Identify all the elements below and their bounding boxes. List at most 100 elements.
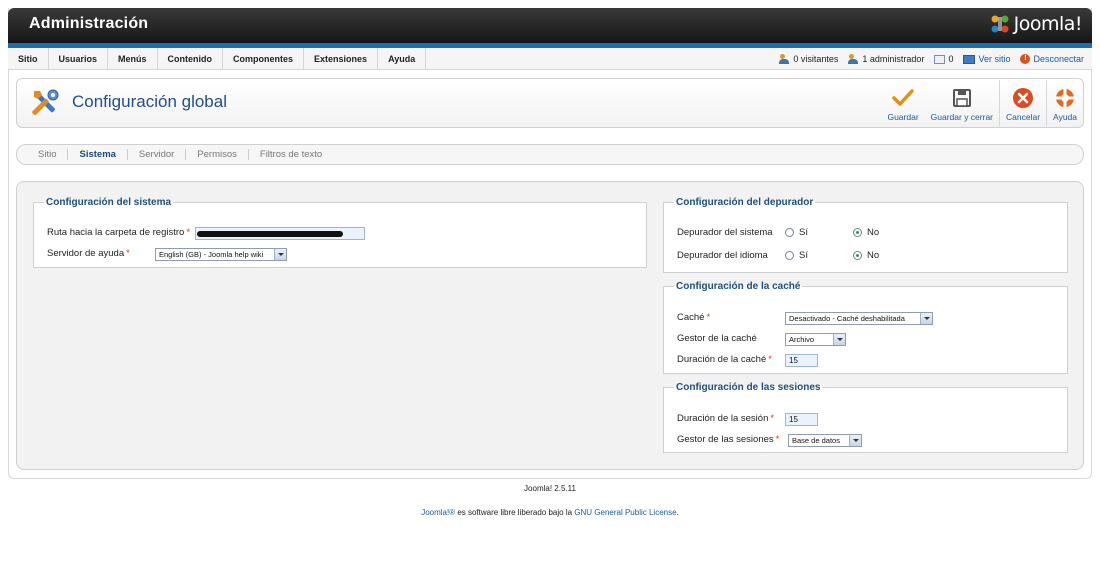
footer-version: Joomla! 2.5.11 — [524, 484, 576, 493]
cache-time-input[interactable]: 15 — [785, 354, 818, 367]
joomla-logo[interactable]: Joomla! — [989, 13, 1083, 35]
view-site-label: Ver sitio — [978, 54, 1011, 64]
tab-sistema[interactable]: Sistema — [68, 149, 128, 160]
tab-permisos[interactable]: Permisos — [186, 149, 249, 160]
required-marker: * — [186, 227, 191, 238]
license-end: . — [676, 508, 679, 517]
log-path-row: Ruta hacia la carpeta de registro * — [47, 227, 190, 238]
logo-text: Joomla! — [1013, 13, 1083, 35]
save-button[interactable]: Guardar — [881, 79, 924, 127]
cache-handler-label: Gestor de la caché — [677, 333, 757, 344]
menu-item-componentes[interactable]: Componentes — [223, 48, 305, 70]
system-settings-legend: Configuración del sistema — [46, 197, 172, 208]
debug-system-no-label: No — [867, 227, 880, 238]
status-visitors: 0 visitantes — [779, 54, 838, 64]
required-marker: * — [775, 434, 780, 445]
chevron-down-icon — [920, 313, 932, 324]
radio-checked-icon — [853, 251, 862, 260]
gpl-link[interactable]: GNU General Public License — [574, 508, 676, 517]
toolbar-buttons: Guardar Guardar y cerrar Cancelar Ayuda — [881, 79, 1083, 127]
admins-icon — [848, 54, 859, 64]
required-marker: * — [770, 413, 775, 424]
joomla-logo-icon — [991, 15, 1009, 33]
lifebuoy-icon — [1054, 87, 1076, 109]
required-marker: * — [768, 354, 772, 365]
cache-row: Caché * — [677, 312, 710, 323]
cache-time-row: Duración de la caché * — [677, 354, 772, 365]
system-settings-fieldset: Configuración del sistema Ruta hacia la … — [33, 197, 647, 268]
required-marker: * — [706, 312, 711, 323]
messages-icon — [934, 54, 946, 64]
menu-item-contenido[interactable]: Contenido — [158, 48, 224, 70]
menu-item-extensiones[interactable]: Extensiones — [304, 48, 379, 70]
admins-label: 1 administrador — [862, 54, 925, 64]
session-lifetime-input[interactable]: 15 — [785, 413, 818, 426]
cache-select[interactable]: Desactivado - Caché deshabilitada — [785, 312, 933, 325]
debug-system-label: Depurador del sistema — [677, 227, 773, 238]
chevron-down-icon — [833, 334, 845, 345]
cancel-icon — [1012, 87, 1034, 109]
cache-handler-value: Archivo — [789, 335, 815, 344]
tools-icon — [32, 89, 59, 116]
status-messages[interactable]: 0 — [934, 54, 953, 64]
log-path-input[interactable] — [195, 227, 365, 240]
help-button[interactable]: Ayuda — [1047, 79, 1083, 127]
visitors-label: 0 visitantes — [793, 54, 839, 64]
redacted-value — [197, 231, 343, 237]
screen-icon — [963, 54, 976, 64]
debug-language-no[interactable]: No — [853, 250, 879, 261]
debug-system-no[interactable]: No — [853, 227, 879, 238]
logout-label: Desconectar — [1033, 54, 1084, 64]
footer-license: Joomla!® es software libre liberado bajo… — [0, 508, 1100, 517]
chevron-down-icon — [274, 249, 286, 260]
cache-handler-select[interactable]: Archivo — [785, 333, 846, 346]
messages-count: 0 — [948, 54, 954, 64]
logout-link[interactable]: ! Desconectar — [1020, 54, 1084, 64]
save-close-button[interactable]: Guardar y cerrar — [925, 79, 999, 127]
help-server-value: English (GB) - Joomla help wiki — [159, 250, 264, 259]
main-menu: Sitio Usuarios Menús Contenido Component… — [8, 48, 427, 70]
view-site-link[interactable]: Ver sitio — [963, 54, 1010, 64]
help-server-row: Servidor de ayuda * — [47, 248, 130, 259]
check-icon — [892, 87, 914, 109]
cache-handler-row: Gestor de la caché — [677, 333, 757, 344]
session-handler-value: Base de datos — [792, 436, 840, 445]
tab-filtros[interactable]: Filtros de texto — [249, 149, 333, 160]
session-lifetime-row: Duración de la sesión * — [677, 413, 774, 424]
debug-language-label: Depurador del idioma — [677, 250, 768, 261]
joomla-link[interactable]: Joomla!® — [421, 508, 455, 517]
tab-servidor[interactable]: Servidor — [128, 149, 187, 160]
menu-item-menus[interactable]: Menús — [108, 48, 158, 70]
license-text: es software libre liberado bajo la — [455, 508, 575, 517]
log-path-label: Ruta hacia la carpeta de registro — [47, 227, 185, 238]
tab-sitio[interactable]: Sitio — [27, 149, 69, 160]
debug-settings-legend: Configuración del depurador — [676, 197, 814, 208]
cancel-button[interactable]: Cancelar — [1000, 79, 1046, 127]
debug-language-row: Depurador del idioma — [677, 250, 768, 261]
session-lifetime-label: Duración de la sesión — [677, 413, 769, 424]
debug-settings-fieldset: Configuración del depurador Depurador de… — [663, 197, 1068, 273]
session-handler-label: Gestor de las sesiones — [677, 434, 774, 445]
session-handler-row: Gestor de las sesiones * — [677, 434, 779, 445]
help-server-select[interactable]: English (GB) - Joomla help wiki — [155, 248, 287, 261]
required-marker: * — [126, 248, 130, 259]
cache-time-label: Duración de la caché — [677, 354, 767, 365]
floppy-icon — [951, 87, 973, 109]
save-close-label: Guardar y cerrar — [930, 112, 994, 122]
debug-system-yes[interactable]: Sí — [785, 227, 808, 238]
menu-item-sitio[interactable]: Sitio — [8, 48, 49, 70]
session-handler-select[interactable]: Base de datos — [788, 434, 862, 447]
radio-icon — [785, 228, 794, 237]
debug-system-row: Depurador del sistema — [677, 227, 773, 238]
page-title: Configuración global — [72, 92, 227, 111]
cancel-label: Cancelar — [1006, 112, 1041, 122]
radio-checked-icon — [853, 228, 862, 237]
debug-language-yes[interactable]: Sí — [785, 250, 808, 261]
visitors-icon — [779, 54, 790, 64]
menu-item-usuarios[interactable]: Usuarios — [49, 48, 109, 70]
chevron-down-icon — [849, 435, 861, 446]
cache-settings-fieldset: Configuración de la caché Caché * Desacti… — [663, 281, 1068, 374]
status-bar: 0 visitantes 1 administrador 0 Ver sitio… — [779, 48, 1084, 70]
menu-item-ayuda[interactable]: Ayuda — [378, 48, 427, 70]
debug-language-no-label: No — [867, 250, 880, 261]
